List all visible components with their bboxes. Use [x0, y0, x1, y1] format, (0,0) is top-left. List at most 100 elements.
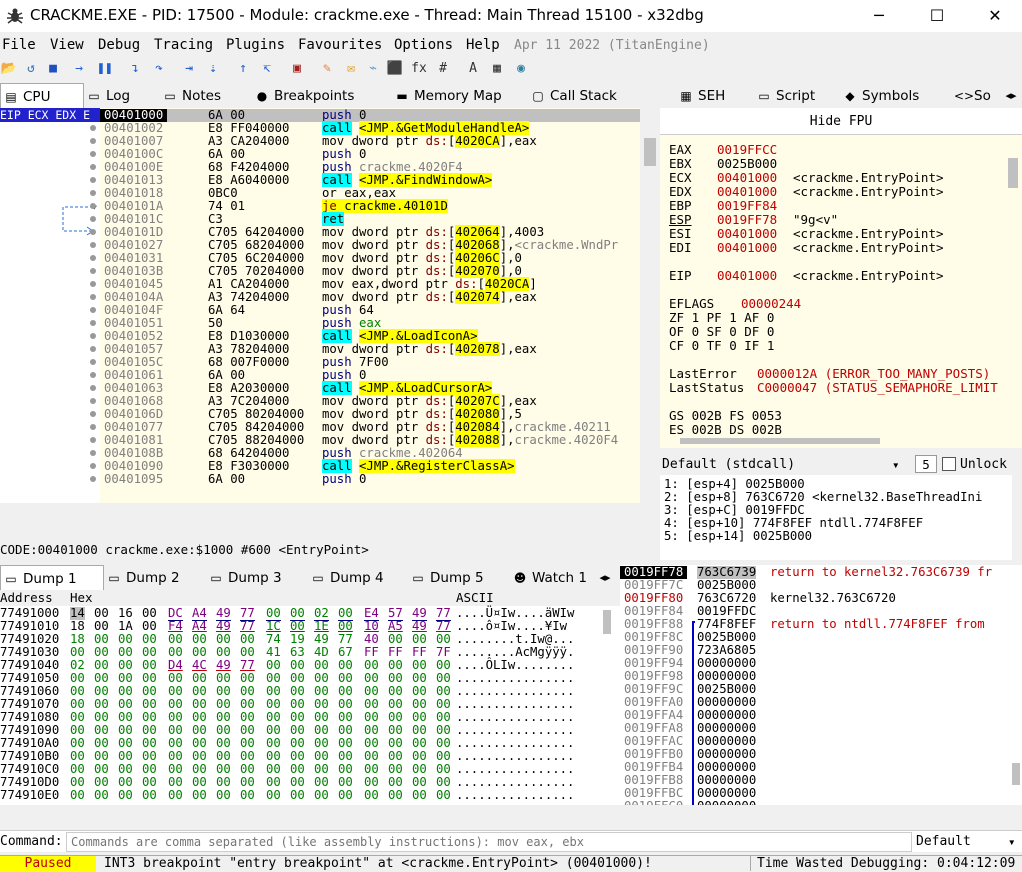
- tab-dump-2[interactable]: ▭ Dump 2: [104, 565, 206, 591]
- dropdown-arrow-icon[interactable]: ▾: [892, 457, 900, 472]
- tab-dump-5[interactable]: ▭ Dump 5: [408, 565, 510, 591]
- execute-till-return-icon[interactable]: ↑: [234, 59, 252, 77]
- execute-till-user-code-icon[interactable]: ↸: [258, 59, 276, 77]
- bookmark-icon[interactable]: ⌁: [364, 59, 382, 77]
- menu-file[interactable]: File: [2, 37, 36, 53]
- scrollbar-thumb[interactable]: [644, 138, 656, 166]
- highlight-icon[interactable]: ⬛: [386, 59, 404, 77]
- trace-over-icon[interactable]: ⇣: [204, 59, 222, 77]
- breakpoint-toggle[interactable]: [90, 242, 96, 248]
- breakpoint-toggle[interactable]: [90, 294, 96, 300]
- globe-icon[interactable]: ◉: [512, 59, 530, 77]
- calling-convention-select[interactable]: Default (stdcall): [662, 457, 795, 472]
- register-eip[interactable]: EIP 00401000 <crackme.EntryPoint>: [669, 269, 944, 283]
- tab-dump-3[interactable]: ▭ Dump 3: [206, 565, 308, 591]
- breakpoint-toggle[interactable]: [90, 359, 96, 365]
- hex-dump-view[interactable]: Address Hex ASCII 77491000 14 00 16 00 DC A4 49 77 0…: [0, 590, 620, 805]
- script-icon[interactable]: ▣: [288, 59, 306, 77]
- register-edx[interactable]: EDX 00401000 <crackme.EntryPoint>: [669, 185, 944, 199]
- menu-favourites[interactable]: Favourites: [298, 37, 382, 53]
- dump-tab-scroll-arrows[interactable]: ◂▸: [590, 567, 620, 589]
- command-input[interactable]: [66, 832, 912, 852]
- tab-script[interactable]: ▭ Script: [754, 83, 840, 109]
- comment-icon[interactable]: ✎: [318, 59, 336, 77]
- tab-dump-4[interactable]: ▭ Dump 4: [308, 565, 408, 591]
- disassembly-scrollbar[interactable]: [640, 108, 660, 503]
- maximize-button[interactable]: ☐: [914, 0, 960, 32]
- breakpoint-toggle[interactable]: [90, 229, 96, 235]
- stack-argument[interactable]: 4: [esp+10] 774F8FEF ntdll.774F8FEF: [664, 516, 923, 530]
- menu-debug[interactable]: Debug: [98, 37, 140, 53]
- breakpoint-toggle[interactable]: [90, 450, 96, 456]
- minimize-button[interactable]: ─: [856, 0, 902, 32]
- tab-call-stack[interactable]: ▢ Call Stack: [528, 83, 676, 109]
- breakpoint-toggle[interactable]: [90, 463, 96, 469]
- argument-count-input[interactable]: 5: [915, 455, 937, 473]
- tab-seh[interactable]: ▦ SEH: [676, 83, 754, 109]
- stack-scrollbar-thumb[interactable]: [1012, 763, 1020, 785]
- disasm-row[interactable]: 00401007 A3 CA204000 mov dword ptr ds:[402…: [100, 134, 640, 148]
- pause-icon[interactable]: ❚❚: [96, 59, 114, 77]
- breakpoint-toggle[interactable]: [90, 411, 96, 417]
- tab-breakpoints[interactable]: ● Breakpoints: [252, 83, 392, 109]
- breakpoint-toggle[interactable]: [90, 190, 96, 196]
- breakpoint-toggle[interactable]: [90, 281, 96, 287]
- font-icon[interactable]: A: [464, 59, 482, 77]
- stack-row[interactable]: 0019FFC0 00000000: [620, 800, 1022, 806]
- hide-fpu-button[interactable]: Hide FPU: [660, 108, 1022, 135]
- breakpoint-toggle[interactable]: [90, 268, 96, 274]
- tab-log[interactable]: ▭ Log: [84, 83, 160, 109]
- breakpoint-toggle[interactable]: [90, 346, 96, 352]
- registers-scrollbar-thumb[interactable]: [1008, 158, 1018, 188]
- tab-dump-1[interactable]: ▭ Dump 1: [0, 565, 104, 591]
- registers-hscrollbar[interactable]: [680, 438, 880, 444]
- disasm-row[interactable]: 0040105C 68 007F0000 push 7F00: [100, 356, 640, 369]
- hash-icon[interactable]: #: [434, 59, 452, 77]
- segment-registers[interactable]: ES 002B DS 002B: [669, 423, 782, 437]
- stack-argument[interactable]: 3: [esp+C] 0019FFDC: [664, 503, 805, 517]
- register-ecx[interactable]: ECX 00401000 <crackme.EntryPoint>: [669, 171, 944, 185]
- tab-watch-1[interactable]: ☻ Watch 1: [510, 565, 590, 591]
- mode-dropdown-icon[interactable]: ▾: [1008, 834, 1016, 849]
- label-icon[interactable]: ✉: [342, 59, 360, 77]
- tab-scroll-arrows[interactable]: ◂▸: [1000, 85, 1022, 107]
- register-eflags[interactable]: EFLAGS 00000244: [669, 297, 801, 311]
- menu-options[interactable]: Options: [394, 37, 453, 53]
- breakpoint-toggle[interactable]: [90, 307, 96, 313]
- register-ebx[interactable]: EBX 0025B000: [669, 157, 777, 171]
- tab-symbols[interactable]: ◆ Symbols: [840, 83, 952, 109]
- function-icon[interactable]: fx: [410, 59, 428, 77]
- breakpoint-toggle[interactable]: [90, 385, 96, 391]
- unlock-checkbox[interactable]: [942, 457, 956, 471]
- breakpoint-toggle[interactable]: [90, 216, 96, 222]
- open-icon[interactable]: 📂: [0, 59, 18, 77]
- dump-row[interactable]: 774910E0 00 00 00 00 00 00 00 00 00 00 00 00 00 00 00 00…: [0, 789, 600, 802]
- menu-view[interactable]: View: [50, 37, 84, 53]
- tab-notes[interactable]: ▭ Notes: [160, 83, 252, 109]
- breakpoint-toggle[interactable]: [90, 164, 96, 170]
- breakpoint-toggle[interactable]: [90, 203, 96, 209]
- calculator-icon[interactable]: ▦: [488, 59, 506, 77]
- disassembly-view[interactable]: 00401000 6A 00 push 0 00401002 E8 FF040000 ca…: [100, 108, 640, 503]
- tab-memory-map[interactable]: ▬ Memory Map: [392, 83, 528, 109]
- menu-plugins[interactable]: Plugins: [226, 37, 285, 53]
- stack-argument[interactable]: 2: [esp+8] 763C6720 <kernel32.BaseThread…: [664, 490, 982, 504]
- register-ebp[interactable]: EBP 0019FF84: [669, 199, 777, 213]
- restart-icon[interactable]: ↺: [22, 59, 40, 77]
- tab-cpu[interactable]: ▤ CPU: [0, 83, 84, 109]
- breakpoint-toggle[interactable]: [90, 424, 96, 430]
- breakpoint-toggle[interactable]: [90, 151, 96, 157]
- breakpoint-toggle[interactable]: [90, 398, 96, 404]
- breakpoint-toggle[interactable]: [90, 255, 96, 261]
- stack-argument[interactable]: 5: [esp+14] 0025B000: [664, 529, 812, 543]
- menu-help[interactable]: Help: [466, 37, 500, 53]
- breakpoint-toggle[interactable]: [90, 177, 96, 183]
- run-icon[interactable]: →: [70, 59, 88, 77]
- flags-row[interactable]: OF 0 SF 0 DF 0: [669, 325, 774, 339]
- stop-icon[interactable]: ■: [44, 59, 62, 77]
- breakpoint-toggle[interactable]: [90, 372, 96, 378]
- breakpoint-toggle[interactable]: [90, 333, 96, 339]
- register-esp[interactable]: ESP 0019FF78 "9g<v": [669, 213, 838, 227]
- register-esi[interactable]: ESI 00401000 <crackme.EntryPoint>: [669, 227, 944, 241]
- stack-view[interactable]: 0019FF78 763C6739 return to kernel32.763C6…: [620, 565, 1022, 805]
